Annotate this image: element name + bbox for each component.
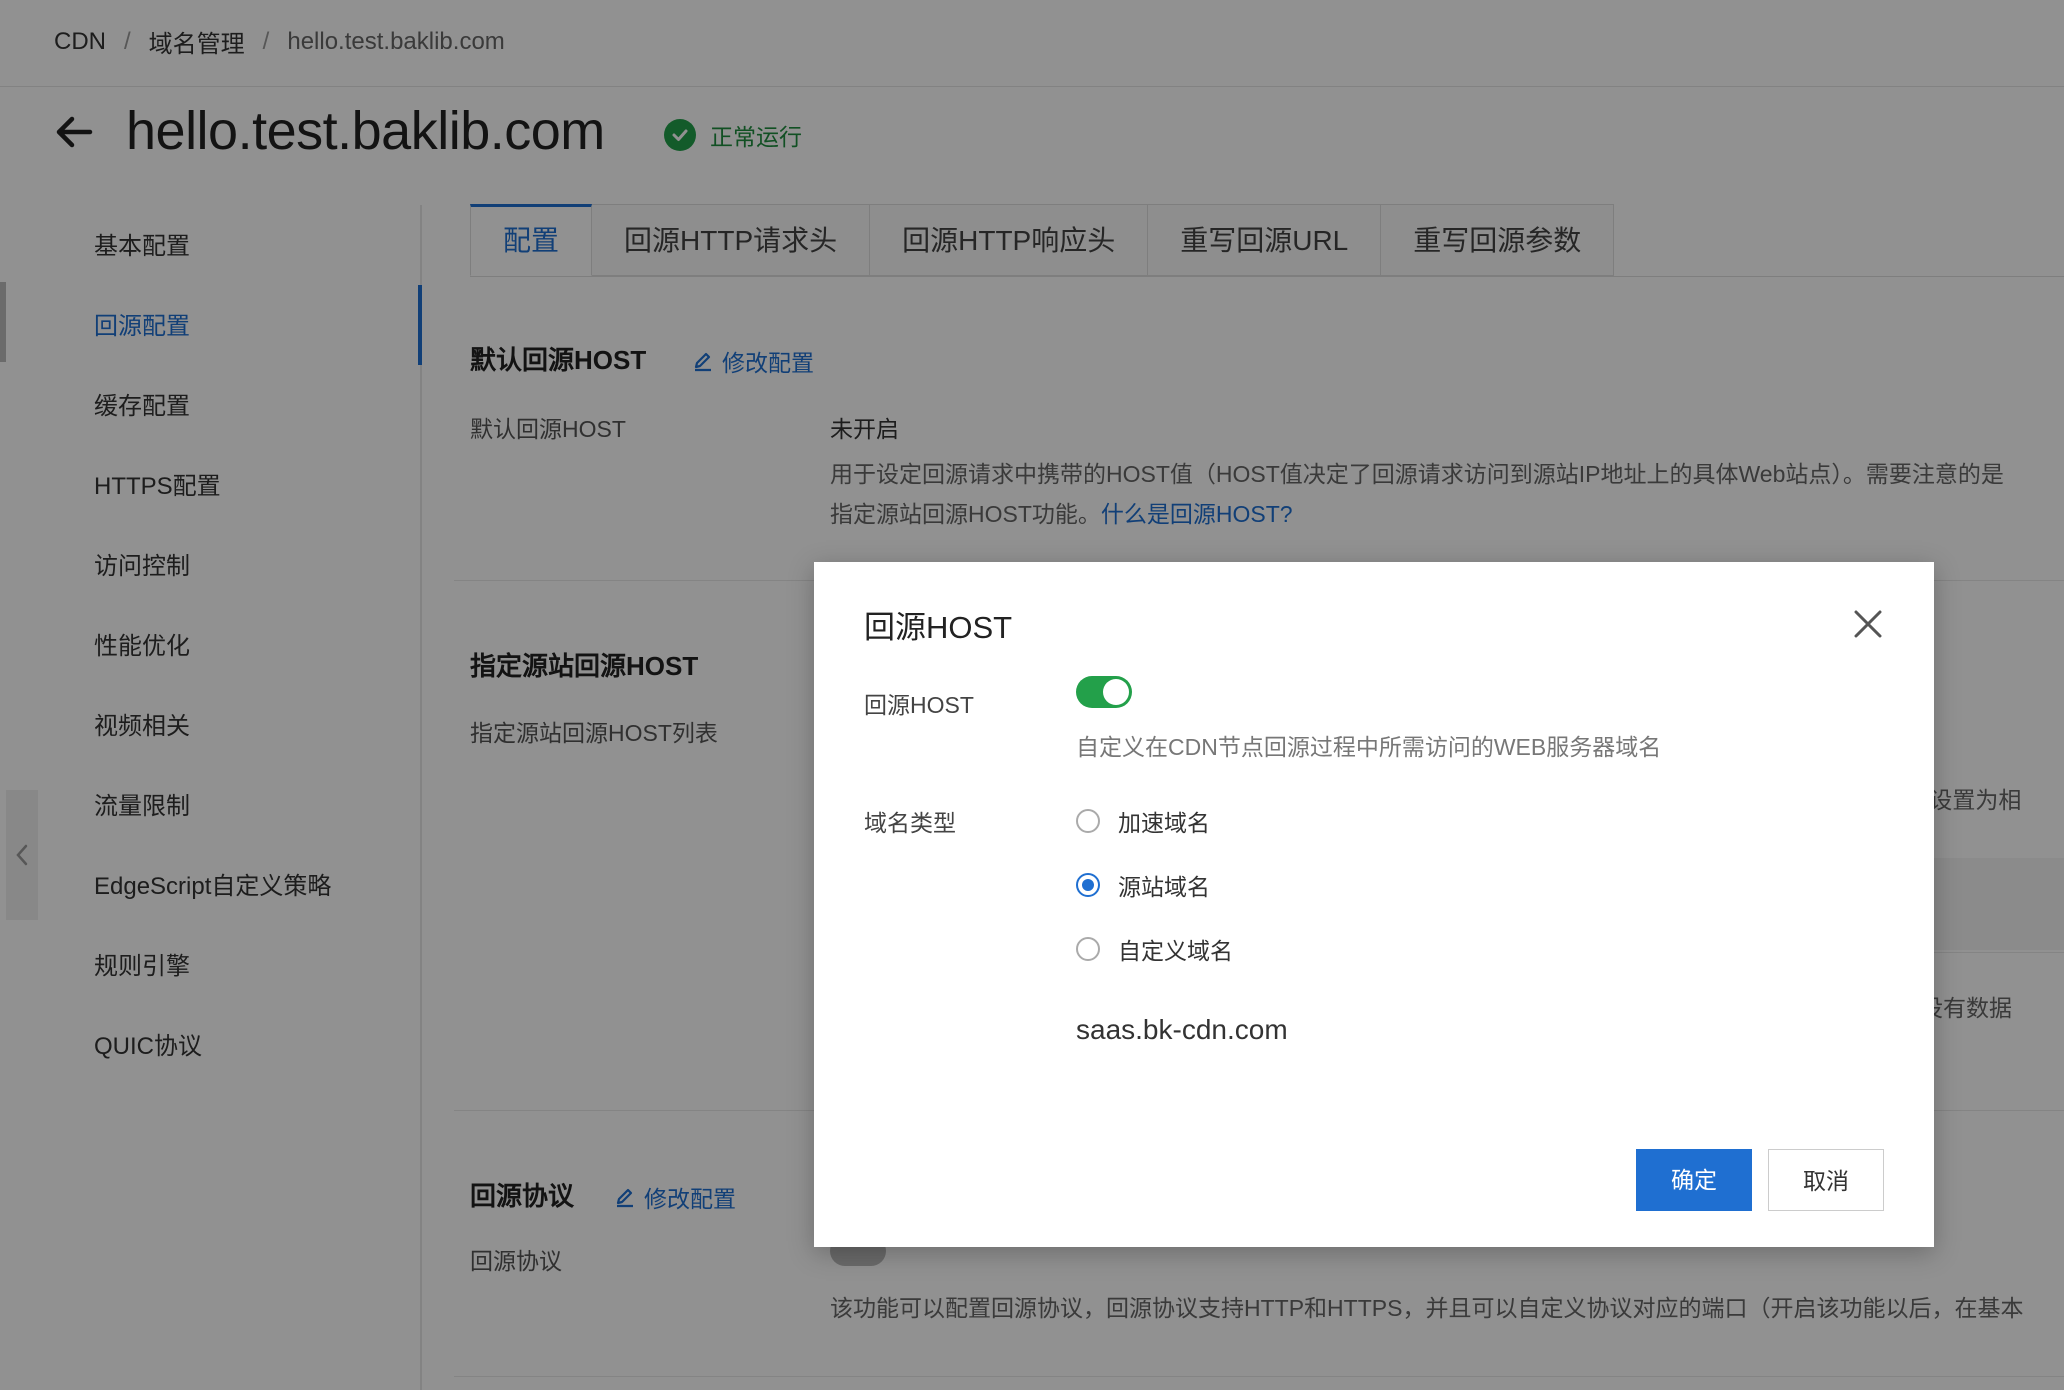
radio-circle-selected (1076, 873, 1100, 897)
radio-label: 源站域名 (1118, 874, 1210, 900)
radio-origin-domain[interactable]: 源站域名 (1076, 868, 1210, 902)
radio-circle (1076, 809, 1100, 833)
dialog-title: 回源HOST (864, 610, 1013, 645)
confirm-button[interactable]: 确定 (1636, 1149, 1752, 1211)
radio-label: 加速域名 (1118, 810, 1210, 836)
radio-label: 自定义域名 (1118, 938, 1233, 964)
origin-domain-value: saas.bk-cdn.com (1076, 1014, 1288, 1045)
close-icon[interactable] (1850, 606, 1886, 642)
domain-type-label: 域名类型 (864, 810, 956, 836)
radio-circle (1076, 937, 1100, 961)
origin-host-toggle-description: 自定义在CDN节点回源过程中所需访问的WEB服务器域名 (1076, 734, 1662, 760)
radio-accelerated-domain[interactable]: 加速域名 (1076, 804, 1210, 838)
origin-host-dialog: 回源HOST 回源HOST 自定义在CDN节点回源过程中所需访问的WEB服务器域… (814, 562, 1934, 1247)
toggle-knob (1103, 679, 1129, 705)
cancel-button[interactable]: 取消 (1768, 1149, 1884, 1211)
origin-host-toggle-label: 回源HOST (864, 692, 974, 718)
radio-custom-domain[interactable]: 自定义域名 (1076, 932, 1233, 966)
origin-host-toggle[interactable] (1076, 676, 1132, 708)
